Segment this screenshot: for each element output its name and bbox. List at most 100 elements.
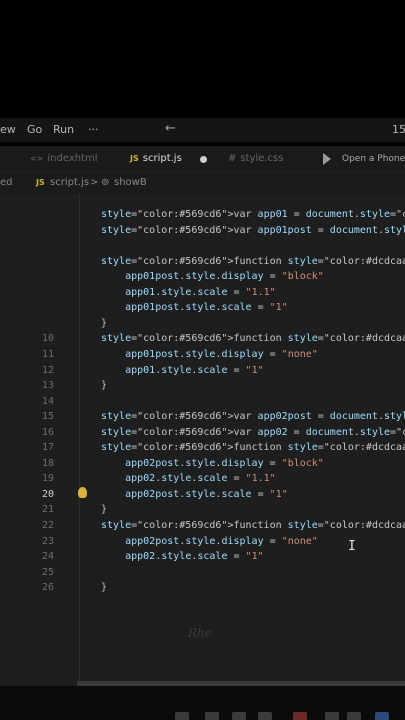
play-icon[interactable] <box>323 153 331 165</box>
code-text: } <box>101 504 108 516</box>
code-line[interactable]: style="color:#569cd6">var app01 = docume… <box>0 207 405 222</box>
line-number: 10 <box>41 333 54 345</box>
taskbar-app-icon[interactable] <box>175 712 189 720</box>
css-file-icon: # <box>228 153 237 164</box>
js-file-icon: JS <box>130 154 139 163</box>
code-line[interactable]: 24 app02.style.scale = "1" <box>0 549 405 564</box>
tab-style-css[interactable]: # style.css <box>228 146 283 172</box>
tab-label: indexhtml <box>47 153 98 164</box>
line-number: 13 <box>41 380 54 392</box>
code-text: style="color:#569cd6">function style="co… <box>101 520 405 531</box>
breadcrumb-separator: > <box>90 177 99 188</box>
breadcrumb-folder[interactable]: ed <box>0 177 13 188</box>
menu-go[interactable]: Go <box>27 123 42 136</box>
tab-index-html[interactable]: <> indexhtml <box>30 146 98 172</box>
code-text: app02post.style.display = "none" <box>125 535 318 547</box>
line-number: 19 <box>41 473 54 485</box>
tab-label: script.js <box>142 153 182 164</box>
line-number: 26 <box>41 582 54 594</box>
code-text: app02.style.scale = "1.1" <box>125 473 276 485</box>
code-line[interactable]: 23 app02post.style.display = "none" <box>0 534 405 549</box>
line-number: 18 <box>41 457 54 469</box>
code-text: style="color:#569cd6">var app02post = do… <box>101 411 405 423</box>
code-text: style="color:#569cd6">function style="co… <box>101 255 405 267</box>
watermark-signature: Rhe <box>188 626 212 640</box>
line-number: 12 <box>41 364 54 376</box>
tab-label: style.css <box>240 153 284 164</box>
line-number: 20 <box>41 488 54 500</box>
line-number: 24 <box>41 551 54 563</box>
open-phone-view-button[interactable]: Open a PhoneV <box>342 146 405 172</box>
code-line[interactable]: 16 style="color:#569cd6">var app02 = docu… <box>0 425 405 440</box>
menu-more[interactable]: ··· <box>88 123 99 136</box>
code-editor[interactable]: style="color:#569cd6">var app01 = docume… <box>0 194 405 686</box>
code-line[interactable]: style="color:#569cd6">var app01post = do… <box>0 223 405 238</box>
unsaved-dot-icon[interactable] <box>200 155 207 166</box>
code-text: app01.style.scale = "1.1" <box>125 286 276 298</box>
line-number: 25 <box>41 566 54 578</box>
code-text: app01post.style.scale = "1" <box>125 302 288 314</box>
taskbar-app-icon[interactable] <box>205 712 219 720</box>
code-line[interactable]: 21} <box>0 502 405 517</box>
taskbar-app-icon[interactable] <box>258 712 272 720</box>
code-line[interactable]: app01.style.scale = "1.1" <box>0 285 405 300</box>
code-line[interactable]: 25 <box>0 565 405 580</box>
code-text: app01post.style.display = "block" <box>125 271 324 283</box>
code-line[interactable]: 11 app01post.style.display = "none" <box>0 347 405 362</box>
line-number: 14 <box>41 395 54 407</box>
line-number: 15 <box>41 411 54 423</box>
code-line[interactable]: style="color:#569cd6">function style="co… <box>0 254 405 269</box>
code-line[interactable]: 17 style="color:#569cd6">function style="… <box>0 440 405 455</box>
tab-script-js[interactable]: JS script.js <box>130 146 182 172</box>
html-file-icon: <> <box>30 154 44 163</box>
code-line[interactable]: 26} <box>0 580 405 595</box>
breadcrumb: ed JS script.js > ⊚ showB <box>0 172 405 194</box>
code-text: app02.style.scale = "1" <box>125 551 264 563</box>
taskbar <box>0 686 405 720</box>
taskbar-app-icon[interactable] <box>347 712 361 720</box>
function-symbol-icon: ⊚ <box>101 177 110 188</box>
code-line[interactable]: 14 <box>0 394 405 409</box>
menu-run[interactable]: Run <box>53 123 74 136</box>
code-line[interactable]: 15 style="color:#569cd6">var app02post = … <box>0 409 405 424</box>
line-number: 21 <box>41 504 54 516</box>
menu-bar: ew Go Run ··· ← 15 <box>0 118 405 142</box>
code-text: app01.style.scale = "1" <box>125 364 264 376</box>
code-line[interactable]: 18 app02post.style.display = "block" <box>0 456 405 471</box>
breadcrumb-symbol[interactable]: showB <box>114 177 147 188</box>
menu-view[interactable]: ew <box>0 123 16 136</box>
taskbar-app-icon[interactable] <box>325 712 339 720</box>
line-number: 23 <box>41 535 54 547</box>
code-line[interactable]: } <box>0 316 405 331</box>
code-line[interactable]: 13} <box>0 378 405 393</box>
code-line[interactable]: 10 style="color:#569cd6">function style="… <box>0 331 405 346</box>
code-line[interactable]: 12 app01.style.scale = "1" <box>0 363 405 378</box>
taskbar-app-icon[interactable] <box>293 712 307 720</box>
code-text: style="color:#569cd6">function style="co… <box>101 442 405 454</box>
editor-tab-bar: <> indexhtml JS script.js # style.css Open … <box>0 146 405 172</box>
code-text: } <box>101 317 108 329</box>
code-text: app02post.style.scale = "1" <box>125 488 288 500</box>
code-text: app01post.style.display = "none" <box>125 348 318 360</box>
code-text: app02post.style.display = "block" <box>125 457 324 469</box>
code-line[interactable]: 20 app02post.style.scale = "1" <box>0 487 405 502</box>
code-line[interactable]: app01post.style.display = "block" <box>0 269 405 284</box>
code-line[interactable] <box>0 238 405 253</box>
breadcrumb-file[interactable]: script.js <box>50 177 89 188</box>
menu-right-text: 15 <box>392 123 405 136</box>
code-text: style="color:#569cd6">var app01post = do… <box>101 224 405 236</box>
text-cursor-icon: I <box>348 539 356 554</box>
blank-top-area <box>0 0 405 118</box>
code-line[interactable]: 19 app02.style.scale = "1.1" <box>0 471 405 486</box>
taskbar-app-icon[interactable] <box>375 712 389 720</box>
code-text: style="color:#569cd6">var app02 = docume… <box>101 426 405 438</box>
line-number: 17 <box>41 442 54 454</box>
back-arrow-icon[interactable]: ← <box>165 121 176 136</box>
taskbar-app-icon[interactable] <box>232 712 246 720</box>
line-number: 16 <box>41 426 54 438</box>
code-text: } <box>101 582 108 594</box>
line-number: 11 <box>41 348 54 360</box>
code-line[interactable]: app01post.style.scale = "1" <box>0 300 405 315</box>
code-line[interactable]: 22 style="color:#569cd6">function style="… <box>0 518 405 533</box>
lightbulb-icon[interactable] <box>78 487 87 498</box>
